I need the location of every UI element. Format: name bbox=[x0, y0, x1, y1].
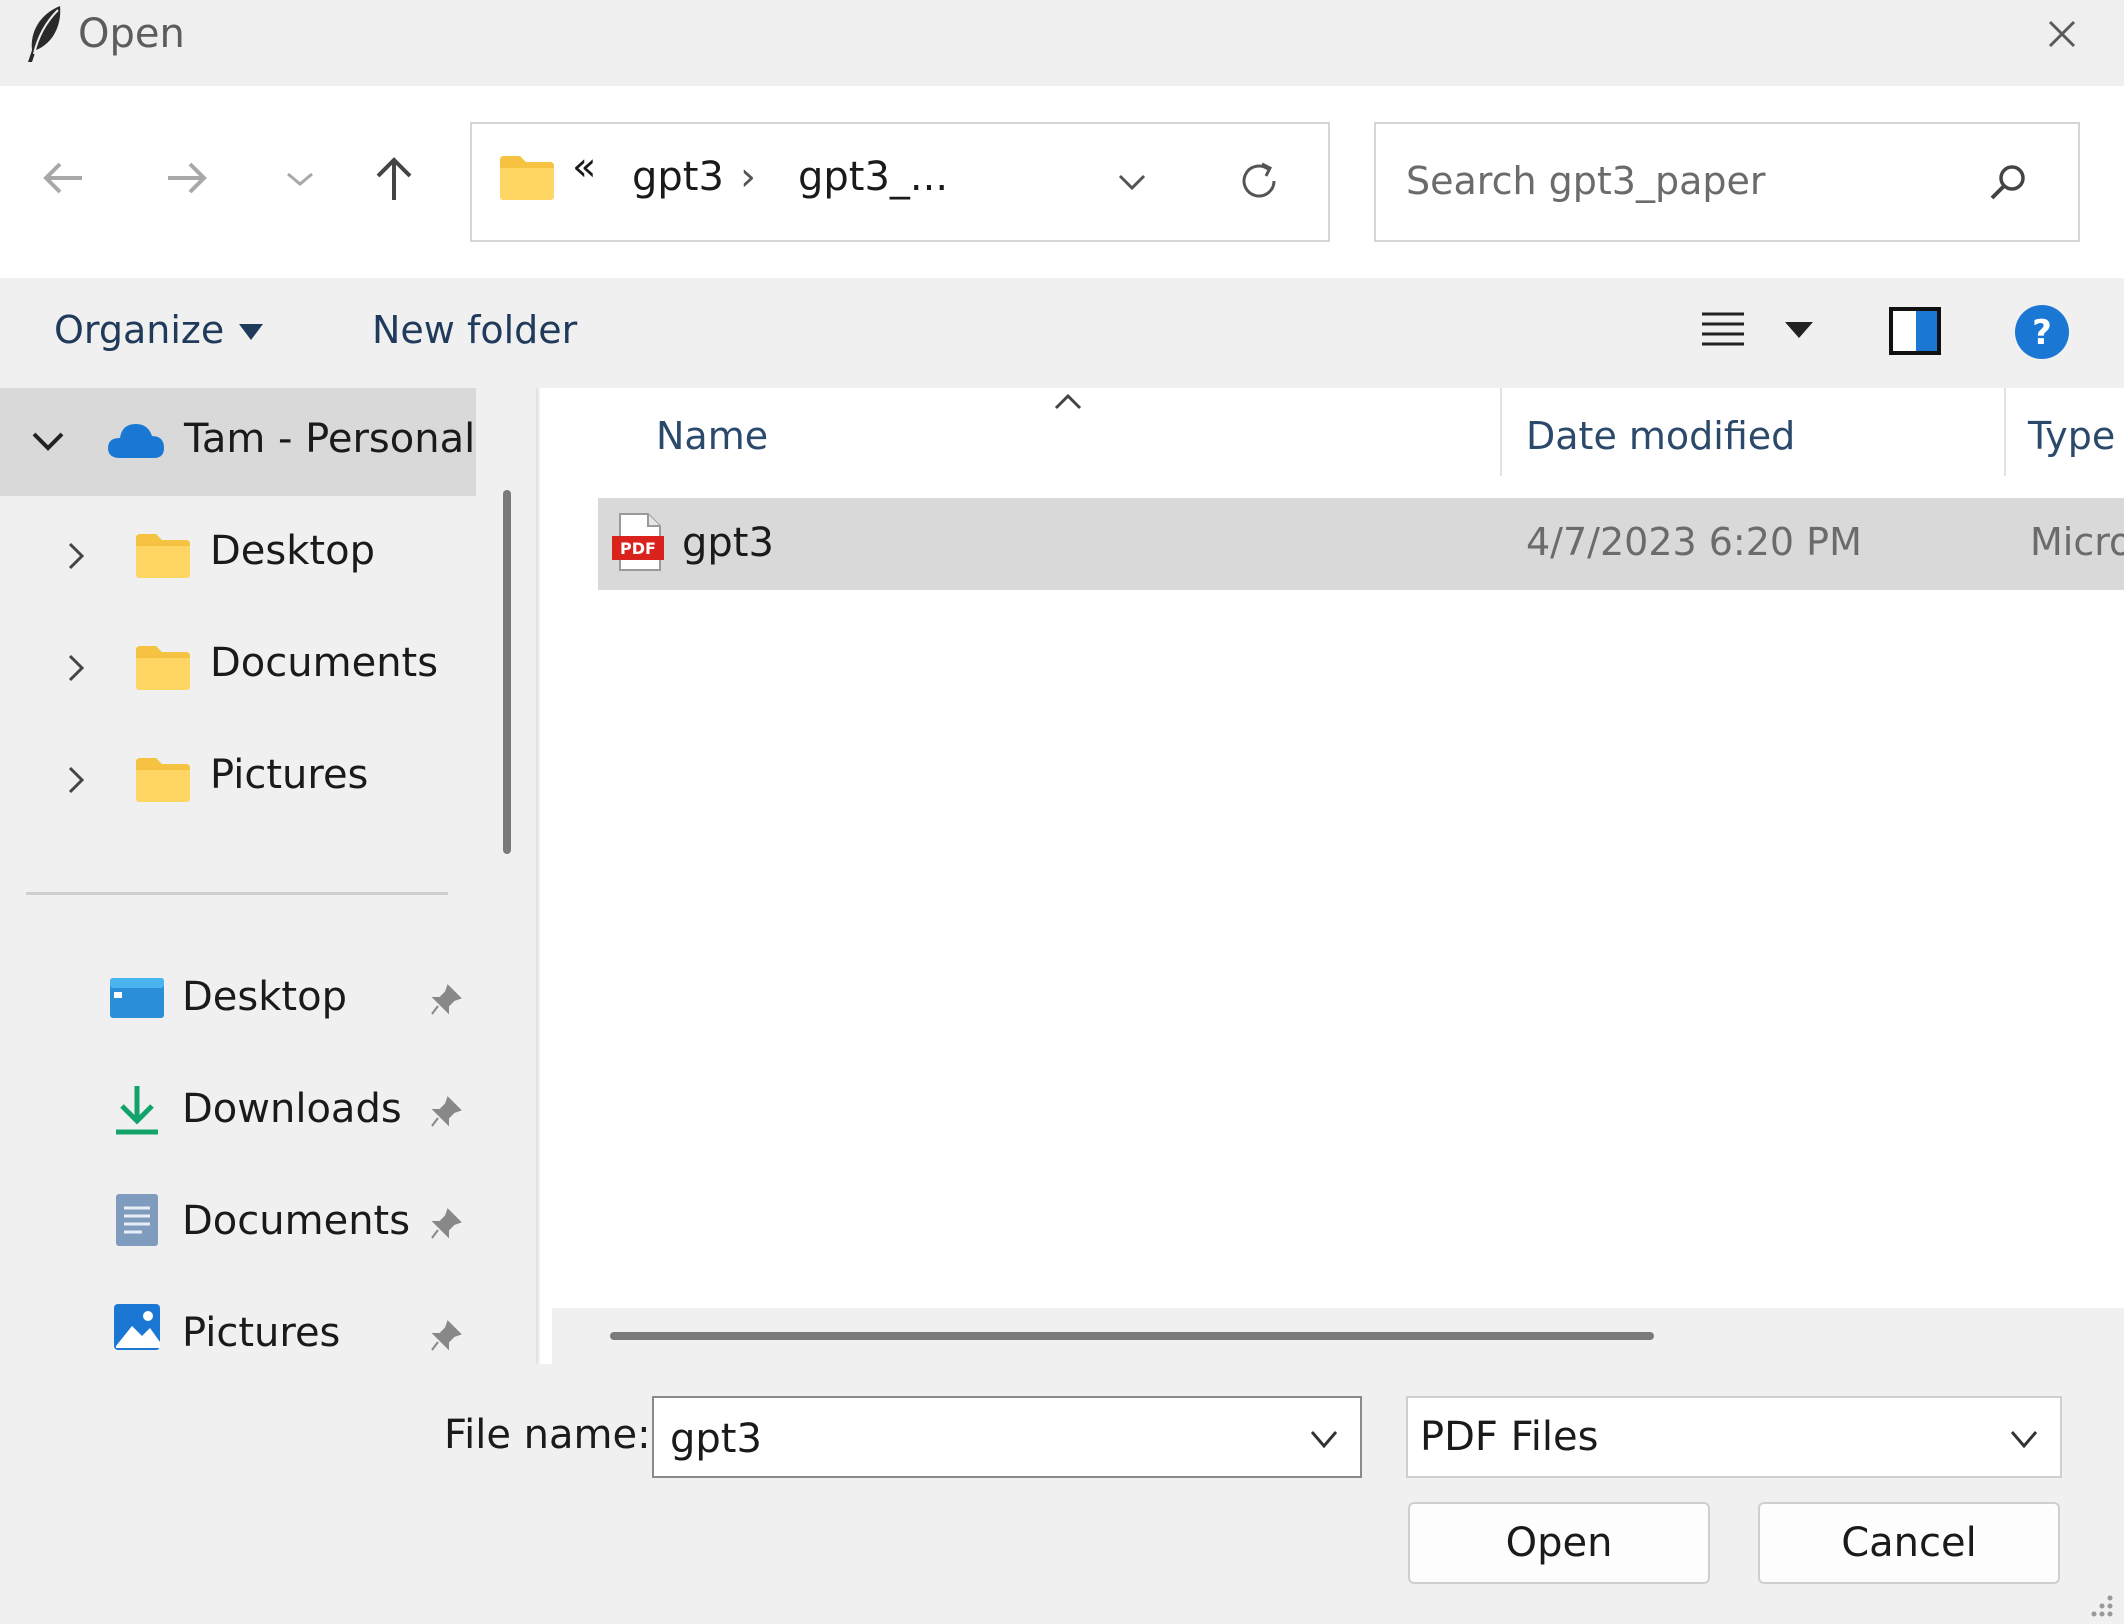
documents-icon bbox=[116, 1194, 158, 1246]
nav-item-label: Pictures bbox=[210, 752, 369, 798]
command-bar: Organize New folder ? bbox=[0, 278, 2124, 388]
navigation-pane: Tam - Personal Desktop Documents Picture… bbox=[0, 388, 480, 1364]
chevron-down-icon[interactable] bbox=[2004, 1422, 2044, 1456]
file-type-select[interactable]: PDF Files bbox=[1406, 1396, 2062, 1478]
up-arrow-icon[interactable] bbox=[364, 148, 424, 208]
nav-item-desktop-folder[interactable]: Desktop bbox=[0, 500, 476, 608]
chevron-right-icon[interactable] bbox=[62, 762, 92, 798]
nav-item-label: Pictures bbox=[182, 1310, 341, 1356]
recent-locations-chevron-icon[interactable] bbox=[270, 148, 330, 208]
column-header-date-modified[interactable]: Date modified bbox=[1526, 414, 1795, 458]
organize-label: Organize bbox=[54, 308, 225, 352]
table-row[interactable]: PDF gpt3 4/7/2023 6:20 PM Micro bbox=[598, 498, 2124, 590]
chevron-down-icon[interactable] bbox=[28, 424, 68, 460]
cancel-button[interactable]: Cancel bbox=[1758, 1502, 2060, 1584]
folder-icon bbox=[136, 646, 190, 690]
search-icon[interactable] bbox=[1982, 158, 2032, 208]
folder-icon bbox=[136, 758, 190, 802]
feather-icon bbox=[28, 6, 61, 62]
column-header-name[interactable]: Name bbox=[656, 414, 768, 458]
column-separator[interactable] bbox=[2004, 388, 2006, 476]
nav-item-label: Desktop bbox=[210, 528, 375, 574]
nav-item-onedrive-root[interactable]: Tam - Personal bbox=[0, 388, 476, 496]
view-list-icon[interactable] bbox=[1700, 308, 1746, 354]
address-dropdown-chevron-icon[interactable] bbox=[1112, 162, 1152, 202]
open-button[interactable]: Open bbox=[1408, 1502, 1710, 1584]
nav-item-label: Documents bbox=[210, 640, 439, 686]
file-name: gpt3 bbox=[682, 520, 774, 566]
breadcrumb-item[interactable]: gpt3 bbox=[632, 154, 724, 200]
new-folder-button[interactable]: New folder bbox=[372, 308, 577, 352]
sort-ascending-icon bbox=[1054, 393, 1082, 410]
preview-pane-icon[interactable] bbox=[1888, 306, 1942, 356]
close-icon[interactable] bbox=[2040, 12, 2084, 56]
chevron-right-icon[interactable] bbox=[62, 538, 92, 574]
svg-text:?: ? bbox=[2032, 313, 2052, 353]
search-input[interactable] bbox=[1404, 150, 1968, 212]
nav-item-label: Desktop bbox=[182, 974, 347, 1020]
search-box[interactable] bbox=[1374, 122, 2080, 242]
file-list: Name Date modified Type PDF gpt3 4/7/202… bbox=[548, 388, 2124, 1308]
pdf-file-icon: PDF bbox=[612, 513, 664, 571]
pin-icon[interactable] bbox=[428, 1094, 464, 1130]
nav-item-label: Tam - Personal bbox=[184, 416, 476, 462]
forward-arrow-icon[interactable] bbox=[156, 148, 216, 208]
quick-access-pictures[interactable]: Pictures bbox=[0, 1282, 476, 1364]
file-type-selected: PDF Files bbox=[1420, 1414, 1599, 1460]
back-arrow-icon[interactable] bbox=[34, 148, 94, 208]
breadcrumb-item[interactable]: gpt3_... bbox=[798, 154, 948, 200]
help-icon[interactable]: ? bbox=[2014, 304, 2070, 360]
nav-item-label: Documents bbox=[182, 1198, 411, 1244]
resize-grip-icon[interactable] bbox=[2086, 1590, 2116, 1620]
dropdown-caret-icon bbox=[239, 324, 263, 340]
column-separator[interactable] bbox=[1500, 388, 1502, 476]
file-date-modified: 4/7/2023 6:20 PM bbox=[1526, 520, 1862, 564]
column-header-type[interactable]: Type bbox=[2028, 414, 2115, 458]
pictures-icon bbox=[114, 1304, 160, 1350]
folder-icon bbox=[500, 156, 554, 200]
download-icon bbox=[116, 1086, 158, 1135]
pane-divider-line bbox=[536, 388, 538, 1364]
chevron-right-icon[interactable] bbox=[62, 650, 92, 686]
address-bar[interactable]: « gpt3 › gpt3_... bbox=[470, 122, 1330, 242]
title-bar bbox=[0, 0, 2124, 86]
breadcrumb-separator[interactable]: › bbox=[740, 154, 756, 200]
pin-icon[interactable] bbox=[428, 982, 464, 1018]
quick-access-downloads[interactable]: Downloads bbox=[0, 1058, 476, 1166]
nav-item-documents-folder[interactable]: Documents bbox=[0, 612, 476, 720]
nav-item-label: Downloads bbox=[182, 1086, 402, 1132]
nav-item-pictures-folder[interactable]: Pictures bbox=[0, 724, 476, 832]
file-name-input[interactable] bbox=[668, 1412, 1272, 1466]
onedrive-cloud-icon bbox=[108, 424, 164, 458]
svg-text:PDF: PDF bbox=[620, 539, 656, 558]
refresh-icon[interactable] bbox=[1234, 156, 1284, 206]
window-title: Open bbox=[78, 11, 185, 57]
chevron-down-icon[interactable] bbox=[1304, 1422, 1344, 1456]
view-options-caret-icon[interactable] bbox=[1782, 318, 1816, 342]
quick-access-desktop[interactable]: Desktop bbox=[0, 946, 476, 1054]
horizontal-scrollbar-thumb[interactable] bbox=[610, 1332, 1654, 1340]
quick-access-documents[interactable]: Documents bbox=[0, 1170, 476, 1278]
nav-divider bbox=[26, 892, 448, 895]
breadcrumb-overflow[interactable]: « bbox=[572, 144, 596, 190]
pin-icon[interactable] bbox=[428, 1318, 464, 1354]
file-type: Micro bbox=[2030, 520, 2124, 564]
file-name-combobox[interactable] bbox=[652, 1396, 1362, 1478]
file-name-label: File name: bbox=[444, 1412, 651, 1458]
pin-icon[interactable] bbox=[428, 1206, 464, 1242]
nav-pane-scrollbar[interactable] bbox=[503, 490, 511, 854]
folder-icon bbox=[136, 534, 190, 578]
desktop-icon bbox=[110, 978, 164, 1018]
